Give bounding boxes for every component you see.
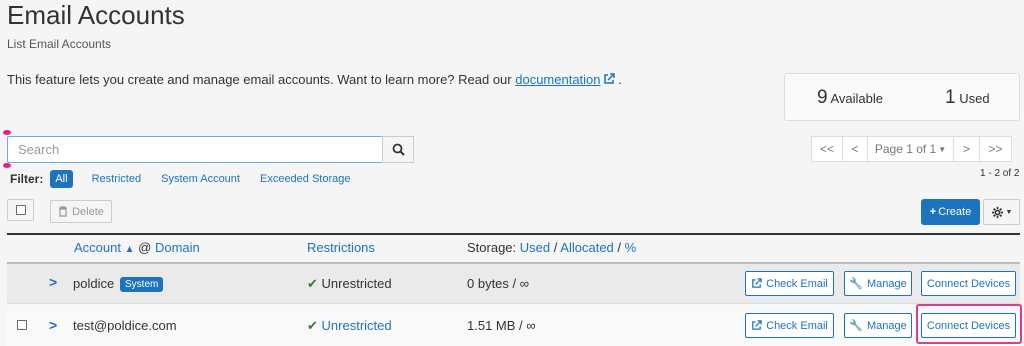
table-divider [7, 233, 1020, 235]
resize-handle-bottom[interactable] [3, 163, 11, 168]
caret-down-icon: ▼ [938, 144, 947, 154]
restriction-status: ✔ Unrestricted [307, 276, 392, 292]
used-count: 1 [945, 87, 956, 108]
available-label: Available [830, 91, 884, 106]
restriction-status: ✔ Unrestricted [307, 318, 392, 334]
sort-domain-link[interactable]: Domain [155, 240, 200, 255]
checkmark-icon: ✔ [307, 318, 318, 333]
column-account[interactable]: Account ▲ @ Domain [74, 240, 200, 255]
next-page-button[interactable]: > [953, 136, 980, 162]
check-email-button[interactable]: Check Email [745, 271, 834, 296]
column-restrictions[interactable]: Restrictions [307, 240, 375, 255]
page-select[interactable]: Page 1 of 1 ▼ [867, 136, 954, 162]
pagination: << < Page 1 of 1 ▼ > >> [811, 136, 1012, 162]
storage-sep: / [553, 240, 558, 255]
manage-button[interactable]: 🔧 Manage [844, 313, 912, 338]
sort-restrictions-link[interactable]: Restrictions [307, 240, 375, 255]
available-stat: 9 Available [817, 87, 883, 109]
sort-account-link[interactable]: Account [74, 240, 121, 255]
settings-dropdown-button[interactable]: ▼ [983, 199, 1020, 225]
account-name: poldice [73, 276, 115, 291]
used-stat: 1 Used [945, 87, 990, 109]
manage-label: Manage [866, 319, 907, 332]
delete-button[interactable]: Delete [50, 200, 112, 223]
search-button[interactable] [382, 136, 414, 163]
documentation-link[interactable]: documentation [515, 72, 600, 87]
wrench-icon: 🔧 [849, 278, 863, 290]
caret-down-icon: ▼ [1005, 208, 1013, 216]
trash-icon [59, 206, 68, 217]
prev-page-button[interactable]: < [842, 136, 868, 162]
expand-chevron-icon[interactable]: > [49, 317, 57, 333]
create-button[interactable]: + Create [921, 199, 980, 225]
filter-system-account[interactable]: System Account [156, 170, 245, 188]
intro-suffix: . [618, 72, 622, 87]
checkmark-icon: ✔ [307, 276, 318, 291]
sort-percent-link[interactable]: % [625, 240, 637, 255]
connect-devices-button[interactable]: Connect Devices [921, 271, 1016, 296]
check-email-button[interactable]: Check Email [745, 313, 834, 338]
account-stats-panel: 9 Available 1 Used [784, 73, 1020, 121]
checkbox-box [15, 205, 26, 215]
used-label: Used [959, 91, 990, 106]
expand-chevron-icon[interactable]: > [49, 274, 57, 290]
storage-value: 0 bytes / ∞ [467, 276, 530, 291]
page-label: Page 1 of 1 [874, 142, 937, 156]
plus-icon: + [929, 206, 937, 218]
first-page-button[interactable]: << [811, 136, 843, 162]
page-title: Email Accounts [7, 0, 185, 30]
filter-label: Filter: [10, 172, 44, 186]
manage-button[interactable]: 🔧 Manage [844, 271, 912, 296]
select-all-checkbox[interactable] [7, 199, 34, 221]
last-page-button[interactable]: >> [979, 136, 1012, 162]
results-count: 1 - 2 of 2 [980, 168, 1020, 179]
filter-all[interactable]: All [50, 170, 73, 188]
check-email-label: Check Email [766, 277, 828, 290]
account-name: test@poldice.com [73, 318, 177, 333]
intro-text-body: This feature lets you create and manage … [7, 72, 516, 87]
external-link-icon [752, 320, 762, 330]
available-count: 9 [817, 87, 828, 108]
storage-value: 1.51 MB / ∞ [467, 318, 536, 333]
gear-icon [991, 206, 1003, 218]
column-storage: Storage: Used / Allocated / % [467, 240, 636, 255]
filter-restricted[interactable]: Restricted [87, 170, 147, 188]
row-checkbox[interactable] [17, 320, 27, 330]
filter-bar: Filter: All Restricted System Account Ex… [10, 170, 366, 188]
storage-label: Storage: [467, 240, 517, 255]
sort-caret-up-icon: ▲ [124, 244, 135, 255]
system-badge: System [120, 277, 164, 292]
create-label: Create [938, 206, 972, 218]
storage-sep: / [617, 240, 622, 255]
wrench-icon: 🔧 [849, 320, 863, 332]
manage-label: Manage [866, 277, 907, 290]
sort-allocated-link[interactable]: Allocated [560, 240, 613, 255]
restriction-text[interactable]: Unrestricted [322, 318, 392, 333]
check-email-label: Check Email [766, 319, 828, 332]
highlight-box [916, 304, 1022, 344]
sort-used-link[interactable]: Used [520, 240, 550, 255]
column-at-sign: @ [138, 240, 152, 255]
restriction-text: Unrestricted [321, 276, 392, 291]
external-link-icon [752, 278, 762, 288]
resize-handle-top[interactable] [3, 130, 11, 135]
intro-text: This feature lets you create and manage … [7, 72, 622, 87]
filter-exceeded-storage[interactable]: Exceeded Storage [255, 170, 356, 188]
search-input[interactable] [7, 136, 383, 163]
external-link-icon[interactable] [603, 73, 615, 85]
connect-devices-label: Connect Devices [926, 277, 1011, 290]
page-subtitle: List Email Accounts [7, 37, 112, 51]
search-icon [392, 143, 405, 156]
delete-label: Delete [72, 205, 104, 218]
